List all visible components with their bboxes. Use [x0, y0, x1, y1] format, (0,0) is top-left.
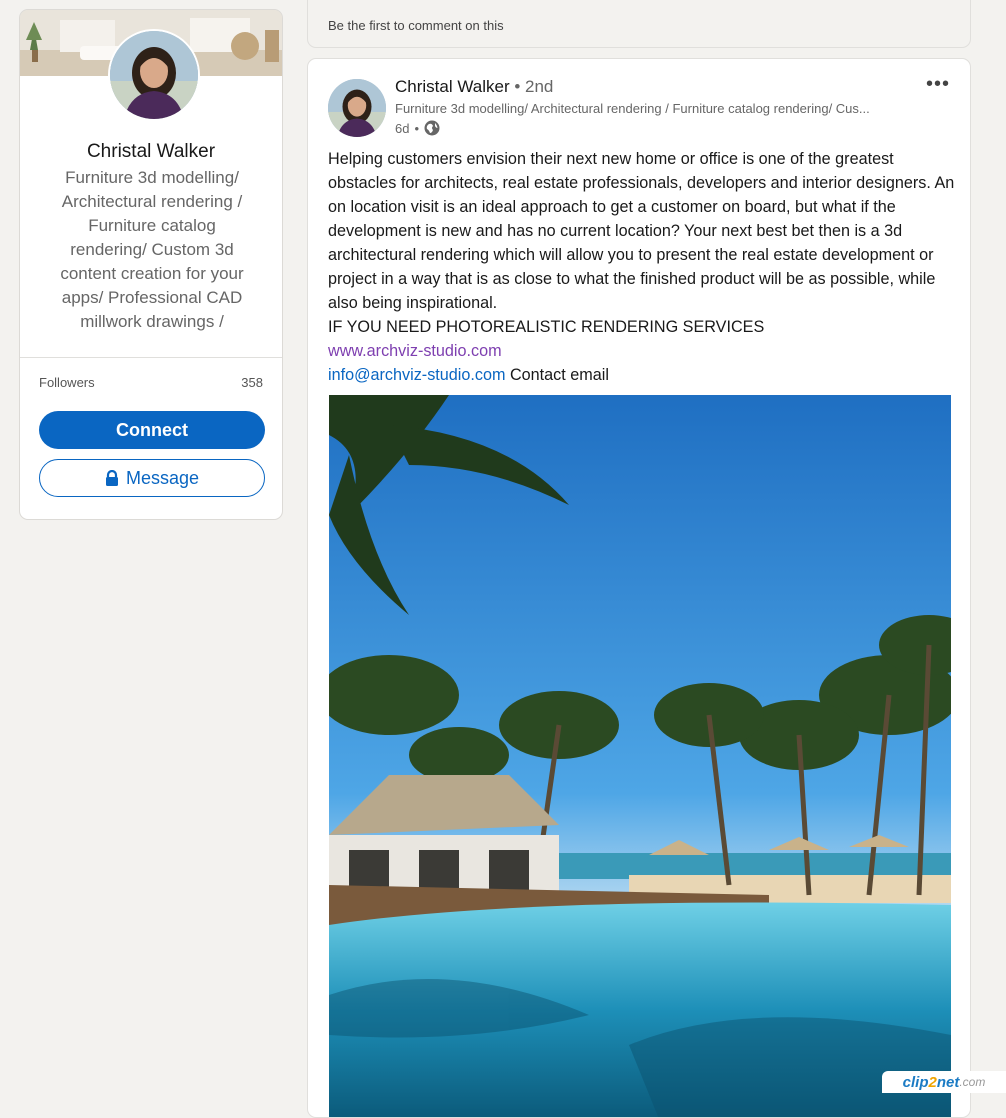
post-image[interactable]	[329, 395, 951, 1117]
post-author-avatar[interactable]	[328, 79, 386, 137]
feed-post: Christal Walker • 2nd Furniture 3d model…	[307, 58, 971, 1118]
connection-degree: • 2nd	[514, 77, 554, 96]
watermark-part2: 2	[928, 1073, 937, 1091]
followers-label: Followers	[39, 375, 95, 390]
message-button[interactable]: Message	[39, 459, 265, 497]
lock-icon	[105, 469, 119, 487]
post-author-line: Christal Walker • 2nd	[395, 77, 553, 97]
watermark-part1: clip	[902, 1073, 929, 1091]
post-author-name[interactable]: Christal Walker	[395, 77, 510, 96]
post-body-text: Helping customers envision their next ne…	[328, 150, 955, 312]
previous-post-comments: Be the first to comment on this	[307, 0, 971, 48]
profile-card: Christal Walker Furniture 3d modelling/ …	[19, 9, 283, 520]
watermark-logo: clip 2 net .com	[882, 1071, 1006, 1093]
connect-button-label: Connect	[116, 419, 188, 440]
followers-count: 358	[241, 375, 263, 390]
message-button-label: Message	[125, 467, 200, 488]
email-suffix-text: Contact email	[505, 366, 609, 384]
globe-icon	[424, 120, 440, 136]
connect-button[interactable]: Connect	[39, 411, 265, 449]
profile-divider	[20, 357, 282, 358]
website-link[interactable]: www.archviz-studio.com	[328, 342, 502, 360]
more-options-icon[interactable]: •••	[926, 73, 950, 96]
post-text: Helping customers envision their next ne…	[328, 147, 958, 387]
profile-avatar[interactable]	[108, 29, 200, 121]
post-timestamp: 6d •	[395, 120, 440, 136]
profile-name[interactable]: Christal Walker	[20, 141, 282, 163]
post-time-text: 6d	[395, 120, 410, 136]
watermark-part4: .com	[959, 1075, 986, 1089]
watermark-part3: net	[936, 1073, 960, 1091]
email-link[interactable]: info@archviz-studio.com	[328, 366, 505, 384]
no-comments-text: Be the first to comment on this	[328, 18, 504, 33]
post-time-separator: •	[414, 120, 420, 136]
post-cta-text: IF YOU NEED PHOTOREALISTIC RENDERING SER…	[328, 318, 765, 336]
profile-headline: Furniture 3d modelling/ Architectural re…	[60, 168, 244, 331]
post-author-headline: Furniture 3d modelling/ Architectural re…	[395, 101, 870, 116]
